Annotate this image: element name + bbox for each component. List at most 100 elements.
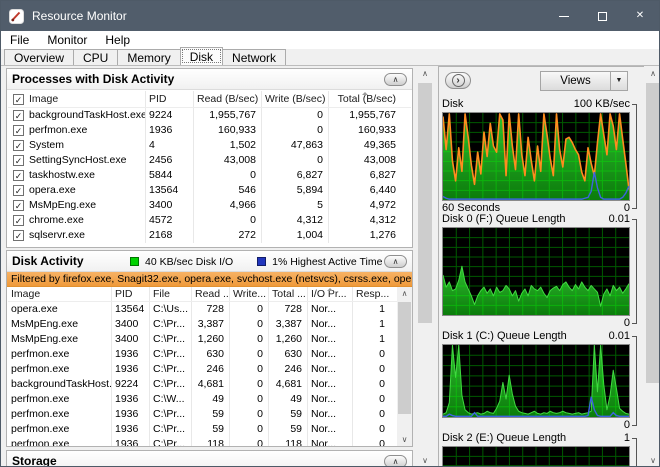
pid-cell: 2456 xyxy=(145,153,193,168)
row-checkbox[interactable]: ✓ xyxy=(13,185,24,196)
process-row[interactable]: ✓ perfmon.exe 1936 160,933 0 160,933 xyxy=(8,123,411,138)
disk-activity-table-scrollbar[interactable]: ∧ ∨ xyxy=(397,287,412,446)
iopr-cell: Nor... xyxy=(307,392,352,407)
views-button[interactable]: Views ▼ xyxy=(540,71,628,91)
file-activity-row[interactable]: perfmon.exe 1936 C:\Pr... 59 0 59 Nor... 0 xyxy=(8,407,397,422)
total-cell: 4,312 xyxy=(328,213,401,228)
scroll-up-icon[interactable]: ∧ xyxy=(645,67,659,81)
select-all-checkbox[interactable]: ✓ xyxy=(13,93,24,105)
left-column-scrollbar[interactable]: ∧ ∨ xyxy=(417,67,433,466)
process-row[interactable]: ✓ MsMpEng.exe 3400 4,966 5 4,972 xyxy=(8,198,411,213)
process-row[interactable]: ✓ backgroundTaskHost.exe 9224 1,955,767 0 1,9… xyxy=(8,108,411,123)
resp-cell: 0 xyxy=(352,362,390,377)
row-checkbox[interactable]: ✓ xyxy=(13,200,24,211)
file-activity-row[interactable]: MsMpEng.exe 3400 C:\Pr... 3,387 0 3,387 Nor...… xyxy=(8,317,397,332)
file-activity-row[interactable]: perfmon.exe 1936 C:\Pr... 630 0 630 Nor... 0 xyxy=(8,347,397,362)
scrollbar-thumb[interactable] xyxy=(398,302,411,414)
row-checkbox[interactable]: ✓ xyxy=(13,230,24,241)
menu-item-monitor[interactable]: Monitor xyxy=(38,33,96,47)
file-activity-row[interactable]: perfmon.exe 1936 C:\W... 49 0 49 Nor... 0 xyxy=(8,392,397,407)
collapse-storage-button[interactable]: ∧ xyxy=(384,455,407,466)
write-cell: 6,827 xyxy=(261,168,328,183)
column-header-i-o-pr[interactable]: I/O Pr... xyxy=(307,287,352,301)
graph-scale-bracket xyxy=(632,438,637,466)
window-controls: ✕ xyxy=(545,1,659,31)
column-header-file[interactable]: File xyxy=(149,287,191,301)
total-cell: 1,260 xyxy=(268,332,307,347)
maximize-button[interactable] xyxy=(583,1,621,31)
tab-disk[interactable]: Disk xyxy=(179,47,224,65)
legend-swatch xyxy=(257,257,267,266)
process-row[interactable]: ✓ opera.exe 13564 546 5,894 6,440 xyxy=(8,183,411,198)
graph-title-disk-2-e-queue-length: Disk 2 (E:) Queue Length xyxy=(442,432,567,444)
expand-graphs-button[interactable]: › xyxy=(445,72,471,89)
file-activity-row[interactable]: MsMpEng.exe 3400 C:\Pr... 1,260 0 1,260 Nor...… xyxy=(8,332,397,347)
file-activity-row[interactable]: perfmon.exe 1936 C:\Pr... 246 0 246 Nor... 0 xyxy=(8,362,397,377)
row-checkbox[interactable]: ✓ xyxy=(13,170,24,181)
views-dropdown-icon[interactable]: ▼ xyxy=(610,72,627,90)
image-name: MsMpEng.exe xyxy=(29,199,97,211)
write-cell: 0 xyxy=(229,407,268,422)
write-cell: 5,894 xyxy=(261,183,328,198)
column-header-pid[interactable]: PID xyxy=(145,91,193,107)
graphs-panel-scrollbar[interactable]: ∧ ∨ xyxy=(645,66,659,466)
tab-overview[interactable]: Overview xyxy=(4,49,75,65)
column-header-resp[interactable]: Resp... xyxy=(352,287,390,301)
total-cell: 43,008 xyxy=(328,153,401,168)
file-cell: C:\Pr... xyxy=(149,377,191,392)
column-header-read-b-sec[interactable]: Read (B/sec) xyxy=(193,91,261,107)
graph-label-row: Disk 1 (C:) Queue Length 0.01 xyxy=(442,330,630,343)
titlebar[interactable]: Resource Monitor ✕ xyxy=(1,1,659,31)
row-checkbox[interactable]: ✓ xyxy=(13,215,24,226)
scrollbar-thumb[interactable] xyxy=(646,83,659,383)
resource-monitor-window: Resource Monitor ✕ File Monitor Help Overv… xyxy=(0,0,660,467)
scrollbar-thumb[interactable] xyxy=(418,83,432,323)
file-activity-row[interactable]: perfmon.exe 1936 C:\Pr... 59 0 59 Nor... 0 xyxy=(8,422,397,437)
process-row[interactable]: ✓ chrome.exe 4572 0 4,312 4,312 xyxy=(8,213,411,228)
menu-item-help[interactable]: Help xyxy=(96,33,139,47)
tab-memory[interactable]: Memory xyxy=(117,49,181,65)
pid-cell: 1936 xyxy=(111,392,149,407)
column-header-total-b-sec[interactable]: Total (B/sec) xyxy=(328,91,401,107)
column-header-image[interactable]: Image xyxy=(8,287,111,301)
close-button[interactable]: ✕ xyxy=(621,1,659,31)
column-header-read[interactable]: Read ... xyxy=(191,287,229,301)
process-row[interactable]: ✓ taskhostw.exe 5844 0 6,827 6,827 xyxy=(8,168,411,183)
process-row[interactable]: ✓ sqlservr.exe 2168 272 1,004 1,276 xyxy=(8,228,411,243)
process-row[interactable]: ✓ System 4 1,502 47,863 49,365 xyxy=(8,138,411,153)
row-checkbox[interactable]: ✓ xyxy=(13,155,24,166)
graph-label-row: Disk 100 KB/sec xyxy=(442,98,630,111)
column-header-total[interactable]: Total ... xyxy=(268,287,307,301)
collapse-processes-button[interactable]: ∧ xyxy=(384,73,407,86)
process-row[interactable]: ✓ SettingSyncHost.exe 2456 43,008 0 43,008 xyxy=(8,153,411,168)
scroll-up-icon[interactable]: ∧ xyxy=(397,287,412,301)
tab-network[interactable]: Network xyxy=(222,49,287,65)
tab-cpu[interactable]: CPU xyxy=(73,49,119,65)
scroll-down-icon[interactable]: ∨ xyxy=(417,454,433,466)
write-cell: 5 xyxy=(261,198,328,213)
minimize-button[interactable] xyxy=(545,1,583,31)
row-checkbox[interactable]: ✓ xyxy=(13,125,24,136)
file-activity-row[interactable]: backgroundTaskHost.... 9224 C:\Pr... 4,681 0… xyxy=(8,377,397,392)
row-checkbox[interactable]: ✓ xyxy=(13,140,24,151)
column-header-pid[interactable]: PID xyxy=(111,287,149,301)
file-activity-row[interactable]: perfmon.exe 1936 C:\Pr... 118 0 118 Nor... 0 xyxy=(8,437,397,446)
scroll-down-icon[interactable]: ∨ xyxy=(645,454,659,466)
disk-activity-table-header: Image PID File Read ... Write... Total ... I/O… xyxy=(8,287,397,302)
menu-item-file[interactable]: File xyxy=(1,33,38,47)
pid-cell: 4572 xyxy=(145,213,193,228)
pid-cell: 3400 xyxy=(111,332,149,347)
iopr-cell: Nor... xyxy=(307,302,352,317)
scroll-up-icon[interactable]: ∧ xyxy=(417,67,433,81)
file-activity-row[interactable]: opera.exe 13564 C:\Us... 728 0 728 Nor... 1 xyxy=(8,302,397,317)
image-cell: perfmon.exe xyxy=(11,363,70,375)
write-cell: 0 xyxy=(261,153,328,168)
total-cell: 6,440 xyxy=(328,183,401,198)
column-header-image[interactable]: ✓ Image xyxy=(8,91,145,107)
scroll-down-icon[interactable]: ∨ xyxy=(397,433,412,446)
column-header-write-b-sec[interactable]: Write (B/sec) xyxy=(261,91,328,107)
row-checkbox[interactable]: ✓ xyxy=(13,110,24,121)
collapse-disk-activity-button[interactable]: ∧ xyxy=(384,255,407,268)
pid-cell: 9224 xyxy=(111,377,149,392)
column-header-write[interactable]: Write... xyxy=(229,287,268,301)
